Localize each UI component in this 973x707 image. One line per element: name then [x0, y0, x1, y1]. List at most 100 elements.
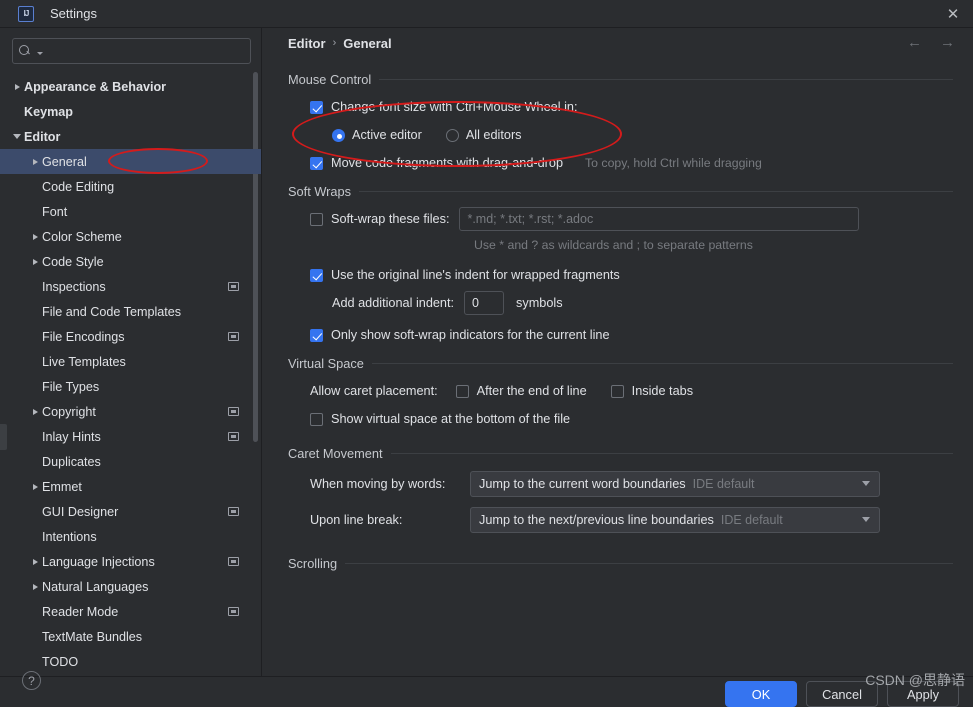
moving-by-words-label: When moving by words: [310, 477, 446, 491]
row-drag-and-drop: Move code fragments with drag-and-drop T… [310, 152, 953, 174]
sidebar-item-label: Keymap [24, 104, 73, 119]
sidebar-item-code-style[interactable]: Code Style [0, 249, 261, 274]
arrow-right-icon[interactable]: → [940, 34, 955, 52]
chevron-right-icon[interactable] [28, 483, 42, 490]
sidebar-item-textmate-bundles[interactable]: TextMate Bundles [0, 624, 261, 649]
sidebar-item-label: GUI Designer [42, 504, 119, 519]
sidebar-item-code-editing[interactable]: Code Editing [0, 174, 261, 199]
sidebar-item-file-types[interactable]: File Types [0, 374, 261, 399]
additional-indent-unit: symbols [516, 296, 563, 310]
section-title: Scrolling [288, 556, 338, 571]
sidebar-item-label: Inspections [42, 279, 106, 294]
chevron-right-icon[interactable] [28, 558, 42, 565]
upon-line-break-label: Upon line break: [310, 513, 403, 527]
sidebar-item-font[interactable]: Font [0, 199, 261, 224]
chevron-right-icon[interactable] [28, 158, 42, 165]
upon-line-break-value: Jump to the next/previous line boundarie… [479, 513, 714, 527]
soft-wrap-files-checkbox[interactable] [310, 212, 323, 226]
drag-and-drop-checkbox[interactable] [310, 156, 323, 170]
apply-button[interactable]: Apply [887, 681, 959, 707]
section-divider [359, 191, 953, 192]
breadcrumb-parent[interactable]: Editor [288, 36, 326, 51]
sidebar-item-keymap[interactable]: Keymap [0, 99, 261, 124]
chevron-right-icon[interactable] [28, 408, 42, 415]
search-box[interactable] [12, 38, 251, 64]
show-virtual-space-checkbox[interactable] [310, 412, 323, 426]
sidebar-item-label: Code Editing [42, 179, 115, 194]
sidebar-item-language-injections[interactable]: Language Injections [0, 549, 261, 574]
chevron-down-icon [862, 481, 870, 486]
sidebar-item-emmet[interactable]: Emmet [0, 474, 261, 499]
row-upon-line-break: Upon line break: Jump to the next/previo… [310, 506, 953, 534]
search-input[interactable] [43, 43, 244, 59]
wildcard-hint: Use * and ? as wildcards and ; to separa… [474, 238, 753, 252]
sidebar-item-file-and-code-templates[interactable]: File and Code Templates [0, 299, 261, 324]
settings-tree[interactable]: Appearance & Behavior Keymap Editor General… [0, 72, 261, 676]
chevron-down-icon[interactable] [10, 134, 24, 139]
row-additional-indent: Add additional indent: 0 symbols [332, 291, 953, 315]
ok-button[interactable]: OK [725, 681, 797, 707]
sidebar-item-label: Emmet [42, 479, 82, 494]
sidebar-item-label: Duplicates [42, 454, 101, 469]
chevron-right-icon[interactable] [28, 233, 42, 240]
window-edge-handle [0, 424, 7, 450]
sidebar-item-general[interactable]: General [0, 149, 261, 174]
section-title: Mouse Control [288, 72, 372, 87]
original-indent-checkbox[interactable] [310, 268, 323, 282]
change-font-size-checkbox[interactable] [310, 100, 323, 114]
sidebar-item-inlay-hints[interactable]: Inlay Hints [0, 424, 261, 449]
sidebar-item-label: Editor [24, 129, 61, 144]
active-editor-radio[interactable] [332, 128, 345, 142]
sidebar-item-label: Font [42, 204, 68, 219]
only-show-indicators-label: Only show soft-wrap indicators for the c… [331, 328, 610, 342]
sidebar-item-intentions[interactable]: Intentions [0, 524, 261, 549]
sidebar-item-live-templates[interactable]: Live Templates [0, 349, 261, 374]
window-title: Settings [50, 6, 97, 21]
allow-caret-label: Allow caret placement: [310, 384, 438, 398]
search-icon [19, 44, 32, 58]
all-editors-label: All editors [465, 128, 522, 142]
after-end-of-line-checkbox[interactable] [455, 384, 469, 398]
sidebar-item-color-scheme[interactable]: Color Scheme [0, 224, 261, 249]
sidebar-item-reader-mode[interactable]: Reader Mode [0, 599, 261, 624]
sidebar-item-appearance-behavior[interactable]: Appearance & Behavior [0, 74, 261, 99]
section-title: Caret Movement [288, 446, 383, 461]
sidebar-item-label: Intentions [42, 529, 97, 544]
sidebar-item-editor[interactable]: Editor [0, 124, 261, 149]
cancel-button[interactable]: Cancel [806, 681, 878, 707]
inside-tabs-label: Inside tabs [631, 384, 694, 398]
soft-wrap-files-input[interactable]: *.md; *.txt; *.rst; *.adoc [459, 207, 860, 231]
section-divider [345, 563, 953, 564]
active-editor-label: Active editor [352, 128, 422, 142]
help-icon[interactable]: ? [22, 671, 41, 690]
upon-line-break-dropdown[interactable]: Jump to the next/previous line boundarie… [470, 507, 880, 533]
moving-by-words-sub: IDE default [692, 477, 755, 491]
row-wildcard-hint: Use * and ? as wildcards and ; to separa… [474, 236, 953, 254]
close-icon[interactable]: ✕ [943, 4, 963, 24]
settings-sidebar: Appearance & Behavior Keymap Editor General… [0, 28, 262, 676]
inside-tabs-checkbox[interactable] [610, 384, 624, 398]
project-scope-badge-icon [228, 607, 239, 616]
additional-indent-input[interactable]: 0 [464, 291, 505, 315]
arrow-left-icon[interactable]: ← [907, 34, 922, 52]
section-header: Soft Wraps [288, 184, 953, 199]
all-editors-radio[interactable] [445, 128, 459, 142]
project-scope-badge-icon [228, 407, 239, 416]
moving-by-words-dropdown[interactable]: Jump to the current word boundaries IDE … [470, 471, 880, 497]
change-font-size-label: Change font size with Ctrl+Mouse Wheel i… [331, 100, 578, 114]
sidebar-item-natural-languages[interactable]: Natural Languages [0, 574, 261, 599]
sidebar-item-duplicates[interactable]: Duplicates [0, 449, 261, 474]
sidebar-item-label: File and Code Templates [42, 304, 182, 319]
chevron-right-icon[interactable] [28, 258, 42, 265]
sidebar-item-gui-designer[interactable]: GUI Designer [0, 499, 261, 524]
sidebar-item-inspections[interactable]: Inspections [0, 274, 261, 299]
sidebar-item-file-encodings[interactable]: File Encodings [0, 324, 261, 349]
sidebar-item-todo[interactable]: TODO [0, 649, 261, 674]
chevron-right-icon[interactable] [28, 583, 42, 590]
only-show-indicators-checkbox[interactable] [310, 328, 323, 342]
settings-content: Editor › General ← → Mouse Control Chang… [262, 28, 973, 676]
sidebar-item-label: Natural Languages [42, 579, 149, 594]
row-show-virtual-space: Show virtual space at the bottom of the … [310, 408, 953, 430]
sidebar-item-copyright[interactable]: Copyright [0, 399, 261, 424]
chevron-right-icon[interactable] [10, 83, 24, 90]
